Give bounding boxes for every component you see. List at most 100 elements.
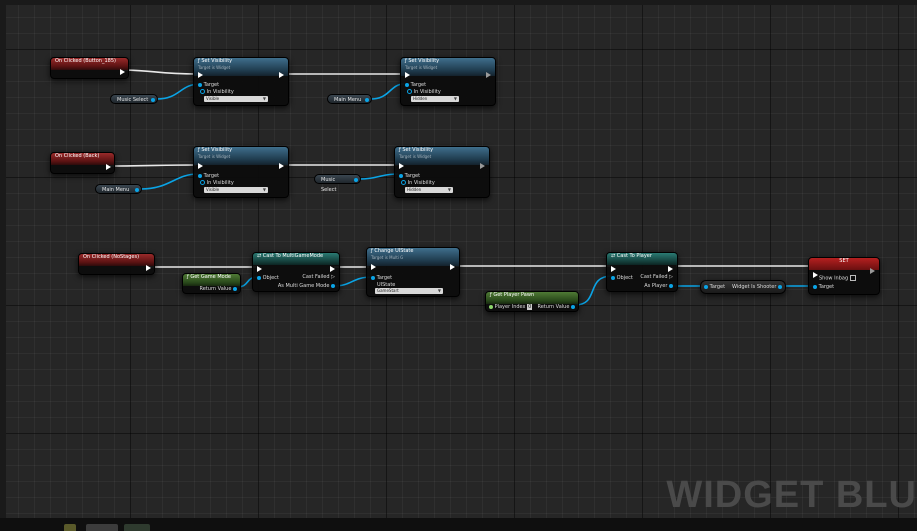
event-node-on-clicked-back[interactable]: On Clicked (Back) [50,152,115,174]
exec-in-pin[interactable] [399,163,404,169]
node-header: ƒ Change UIState Target is Multi G [367,248,459,266]
visibility-pin[interactable]: In Visibility [200,89,234,95]
chevron-down-icon: ▼ [447,187,451,192]
function-icon: ƒ [399,147,401,153]
variable-node-music-select[interactable]: Music Select [110,94,158,104]
change-uistate-node[interactable]: ƒ Change UIState Target is Multi G Targe… [366,247,460,297]
node-title: Set Visibility [201,147,233,153]
show-inbag-pin[interactable]: Show Inbag [819,275,857,282]
return-value-pin[interactable]: Return Value [199,286,237,292]
exec-in-pin[interactable] [813,272,818,278]
node-title: SET [839,258,849,264]
node-subtitle: Target is Widget [198,154,231,159]
event-node-on-clicked-nostages[interactable]: On Clicked (NoStages) [78,253,155,275]
event-node-title: On Clicked (NoStages) [83,254,140,260]
exec-out-pin[interactable] [146,265,151,271]
player-index-value[interactable]: 0 [527,304,533,310]
node-header: ⇄ Cast To MultiGameMode [253,253,339,265]
node-header: ƒ Set Visibility Target is Widget [395,147,489,165]
event-node-on-clicked-button[interactable]: On Clicked (Button_185) [50,57,129,79]
graph-watermark: WIDGET BLU [666,474,917,516]
variable-out-pin[interactable] [151,98,155,102]
widget-is-shooter-pin[interactable]: Widget Is Shooter [732,284,782,290]
node-header: ƒ Set Visibility Target is Widget [401,58,495,76]
node-header: ƒ Set Visibility Target is Widget [194,147,288,165]
node-title: Set Visibility [402,147,434,153]
exec-in-pin[interactable] [371,264,376,270]
node-subtitle: Target is Widget [399,154,432,159]
set-visibility-node[interactable]: ƒ Set Visibility Target is Widget Target… [193,146,289,198]
variable-node-main-menu[interactable]: Main Menu [95,184,142,194]
variable-out-pin[interactable] [354,178,358,182]
set-visibility-node[interactable]: ƒ Set Visibility Target is Widget Target… [193,57,289,106]
visibility-dropdown[interactable]: Visible ▼ [204,187,268,193]
target-pin[interactable]: Target [198,82,219,88]
exec-out-pin[interactable] [668,266,673,272]
target-pin[interactable]: Target [405,82,426,88]
set-visibility-node[interactable]: ƒ Set Visibility Target is Widget Target… [400,57,496,106]
get-game-mode-node[interactable]: ƒ Get Game Mode Return Value [182,273,241,294]
cast-failed-pin[interactable]: Cast Failed ▷ [302,274,335,280]
object-pin[interactable]: Object [611,275,633,281]
cast-to-player-node[interactable]: ⇄ Cast To Player Object Cast Failed ▷ As… [606,252,678,292]
bottom-tab[interactable] [64,524,76,531]
bottom-tab[interactable] [124,524,150,531]
exec-out-pin[interactable] [279,163,284,169]
exec-out-pin[interactable] [120,69,125,75]
visibility-pin[interactable]: In Visibility [200,180,234,186]
cast-to-multigamemode-node[interactable]: ⇄ Cast To MultiGameMode Object Cast Fail… [252,252,340,292]
checkbox-icon[interactable] [850,275,857,281]
chevron-down-icon: ▼ [453,96,457,101]
get-widget-is-shooter-node[interactable]: Target Widget Is Shooter [700,280,786,294]
target-pin[interactable]: Target [198,173,219,179]
exec-out-pin[interactable] [486,72,491,78]
node-header: SET [809,258,879,270]
event-node-header: On Clicked (Back) [51,153,114,165]
as-player-pin[interactable]: As Player [644,283,673,289]
exec-in-pin[interactable] [257,266,262,272]
exec-out-pin[interactable] [330,266,335,272]
target-pin[interactable]: Target [371,275,392,281]
exec-out-pin[interactable] [480,163,485,169]
variable-out-pin[interactable] [135,188,139,192]
target-pin[interactable]: Target [813,284,834,290]
target-pin[interactable]: Target [399,173,420,179]
exec-out-pin[interactable] [870,268,875,274]
visibility-dropdown[interactable]: Hidden ▼ [411,96,459,102]
chevron-down-icon: ▼ [437,288,441,293]
event-node-header: On Clicked (Button_185) [51,58,128,70]
cast-icon: ⇄ [257,253,262,259]
exec-out-pin[interactable] [450,264,455,270]
node-title: Change UIState [374,248,414,254]
node-subtitle: Target is Widget [405,65,438,70]
exec-in-pin[interactable] [198,163,203,169]
visibility-dropdown[interactable]: Hidden ▼ [405,187,453,193]
player-index-pin[interactable]: Player Index 0 [489,304,533,310]
node-title: Get Player Pawn [493,292,535,298]
visibility-dropdown[interactable]: Visible ▼ [204,96,268,102]
get-player-pawn-node[interactable]: ƒ Get Player Pawn Player Index 0 Return … [485,291,579,312]
function-icon: ƒ [187,274,189,280]
set-show-inbag-node[interactable]: SET Show Inbag Target [808,257,880,295]
exec-out-pin[interactable] [106,164,111,170]
exec-in-pin[interactable] [405,72,410,78]
cast-failed-pin[interactable]: Cast Failed ▷ [640,274,673,280]
variable-node-music-select[interactable]: Music Select [314,174,361,193]
node-title: Set Visibility [201,58,233,64]
variable-out-pin[interactable] [365,98,369,102]
visibility-pin[interactable]: In Visibility [401,180,435,186]
as-multi-game-mode-pin[interactable]: As Multi Game Mode [278,283,335,289]
visibility-pin[interactable]: In Visibility [407,89,441,95]
node-header: ƒ Get Player Pawn [486,292,578,304]
exec-in-pin[interactable] [611,266,616,272]
variable-node-main-menu[interactable]: Main Menu [327,94,372,104]
bottom-tab[interactable] [86,524,118,531]
exec-out-pin[interactable] [279,72,284,78]
exec-in-pin[interactable] [198,72,203,78]
chevron-down-icon: ▼ [262,96,266,101]
return-value-pin[interactable]: Return Value [537,304,575,310]
object-pin[interactable]: Object [257,275,279,281]
uistate-dropdown[interactable]: GameStart ▼ [375,288,443,294]
target-pin[interactable]: Target [704,284,725,290]
set-visibility-node[interactable]: ƒ Set Visibility Target is Widget Target… [394,146,490,198]
